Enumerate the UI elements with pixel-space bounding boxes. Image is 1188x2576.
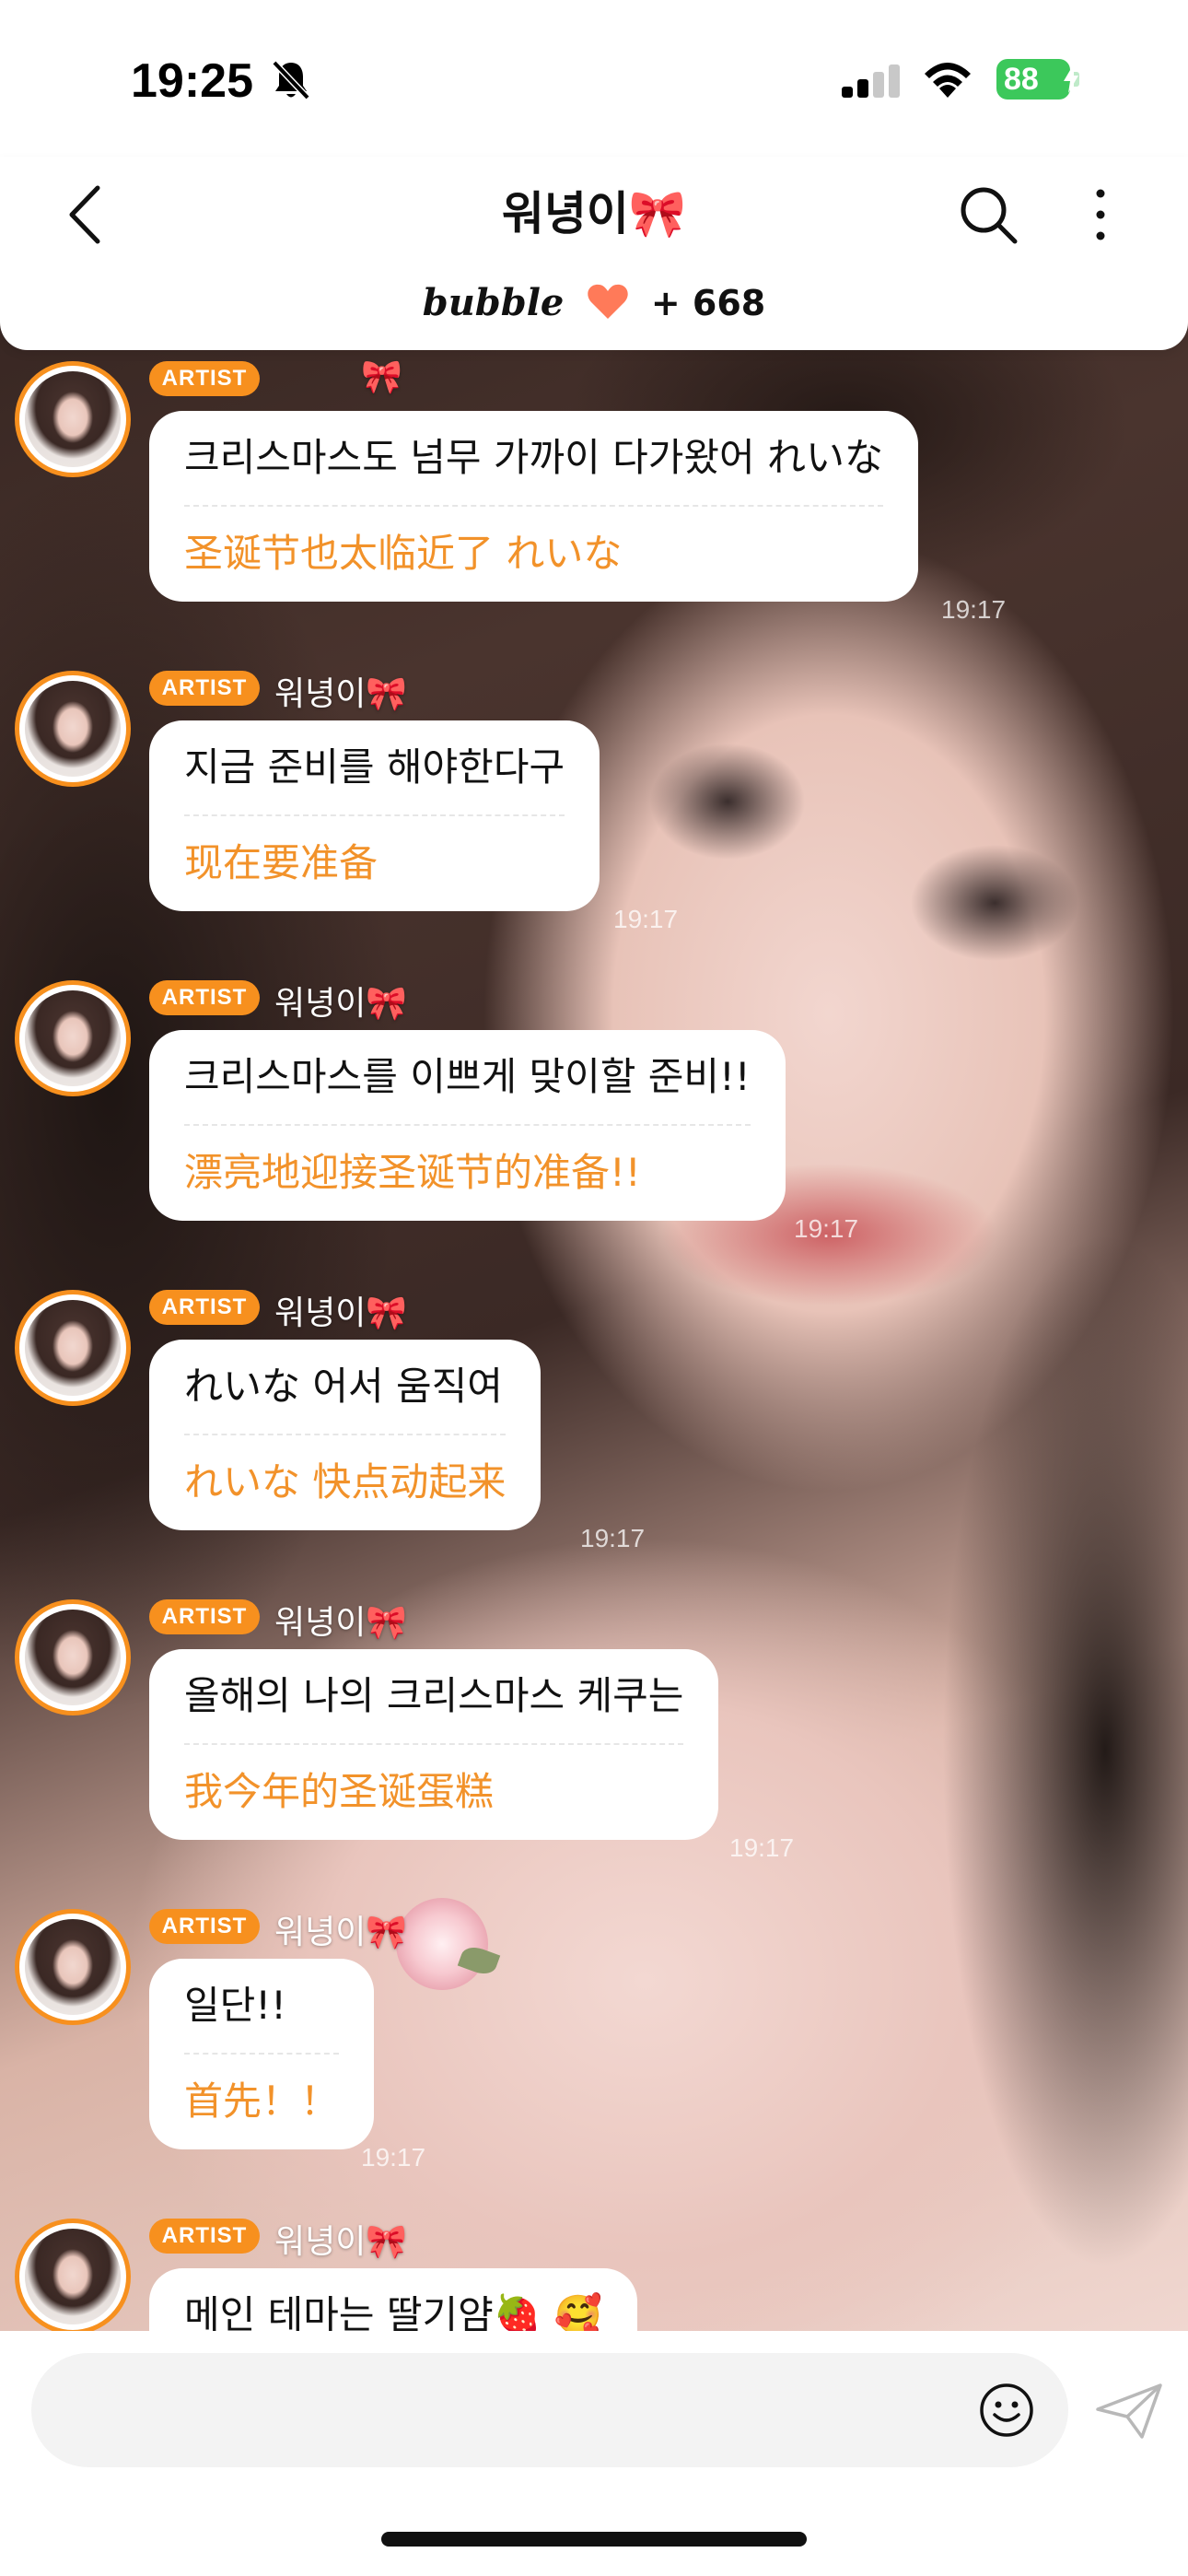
artist-badge: ARTIST [149,361,260,396]
sender-name: 🎀 [361,358,402,396]
message-text-korean: 크리스마스도 넘무 가까이 다가왔어 れいな [184,435,884,480]
sender-name: 워녕이🎀 [274,1914,408,1951]
message-bubble[interactable]: れいな 어서 움직여 れいな 快点动起来 [149,1340,542,1530]
chat-header: 워녕이🎀 bubble + 668 [0,157,1188,350]
search-icon[interactable] [958,184,1019,245]
avatar[interactable] [15,980,131,1096]
message-text-korean: 지금 준비를 해야한다구 [184,744,565,790]
status-time: 19:25 [131,54,253,108]
avatar[interactable] [15,2219,131,2331]
bubble-logo: bubble [422,281,565,324]
message-bubble[interactable]: 올해의 나의 크리스마스 케쿠는 我今年的圣诞蛋糕 [149,1649,719,1840]
message-text-korean: れいな 어서 움직여 [184,1364,503,1409]
sender-name: 워녕이🎀 [274,2223,408,2261]
artist-badge: ARTIST [149,980,260,1015]
avatar[interactable] [15,361,131,477]
message-bubble[interactable]: 크리스마스도 넘무 가까이 다가왔어 れいな 圣诞节也太临近了 れいな [149,411,919,602]
message-time: 19:17 [580,1524,646,1552]
artist-badge: ARTIST [149,671,260,706]
message-text-korean: 크리스마스를 이쁘게 맞이할 준비!! [184,1054,751,1099]
message-time: 19:17 [613,905,679,933]
avatar[interactable] [15,1599,131,1715]
bell-off-icon [272,60,310,100]
emoji-icon[interactable] [978,2382,1035,2439]
avatar[interactable] [15,671,131,787]
message-bubble[interactable]: 메인 테마는 딸기얌🍓 🥰 [149,2268,637,2331]
chat-screen: 19:25 88 워녕이🎀 bubble + 668 ARTIST 🎀 크리스마… [0,0,1188,2576]
message-text-translation: 我今年的圣诞蛋糕 [184,1769,495,1815]
message-time: 19:17 [361,2143,426,2172]
avatar[interactable] [15,1290,131,1406]
message-text-translation: れいな 快点动起来 [184,1459,507,1505]
charging-bolt-icon [1064,65,1078,93]
send-icon[interactable] [1094,2382,1164,2441]
artist-badge: ARTIST [149,1290,260,1325]
message-text-korean: 메인 테마는 딸기얌🍓 🥰 [184,2292,602,2331]
message-input[interactable] [31,2353,1068,2467]
signal-icon [842,64,900,98]
message-time: 19:17 [729,1833,795,1862]
message-list[interactable]: ARTIST 🎀 크리스마스도 넘무 가까이 다가왔어 れいな 圣诞节也太临近了… [0,350,1188,2331]
message-text-korean: 일단!! [184,1983,286,2028]
artist-badge: ARTIST [149,2219,260,2254]
message-text-korean: 올해의 나의 크리스마스 케쿠는 [184,1673,684,1718]
artist-badge: ARTIST [149,1599,260,1634]
heart-icon [587,284,628,319]
status-bar: 19:25 88 [0,0,1188,157]
bubble-subscriber-count: bubble + 668 [0,281,1188,324]
message-text-translation: 现在要准备 [184,840,379,886]
message-text-translation: 漂亮地迎接圣诞节的准备!! [184,1150,641,1196]
home-indicator[interactable] [381,2532,807,2547]
message-bubble[interactable]: 크리스마스를 이쁘게 맞이할 준비!! 漂亮地迎接圣诞节的准备!! [149,1030,786,1221]
artist-badge: ARTIST [149,1909,260,1944]
message-time: 19:17 [794,1214,859,1243]
message-bubble[interactable]: 지금 준비를 해야한다구 现在要准备 [149,720,600,911]
message-bubble[interactable]: 일단!! 首先！！ [149,1959,375,2149]
message-text-translation: 首先！！ [184,2078,340,2125]
message-time: 19:17 [941,595,1007,624]
message-text-translation: 圣诞节也太临近了 れいな [184,531,623,577]
sender-name: 워녕이🎀 [274,675,408,713]
battery-icon: 88 [996,59,1070,100]
sender-name: 워녕이🎀 [274,1604,408,1642]
bubble-count: + 668 [650,283,766,323]
sender-name: 워녕이🎀 [274,1294,408,1332]
avatar[interactable] [15,1909,131,2025]
sender-name: 워녕이🎀 [274,985,408,1023]
more-icon[interactable] [1087,182,1114,247]
wifi-icon [925,63,971,98]
